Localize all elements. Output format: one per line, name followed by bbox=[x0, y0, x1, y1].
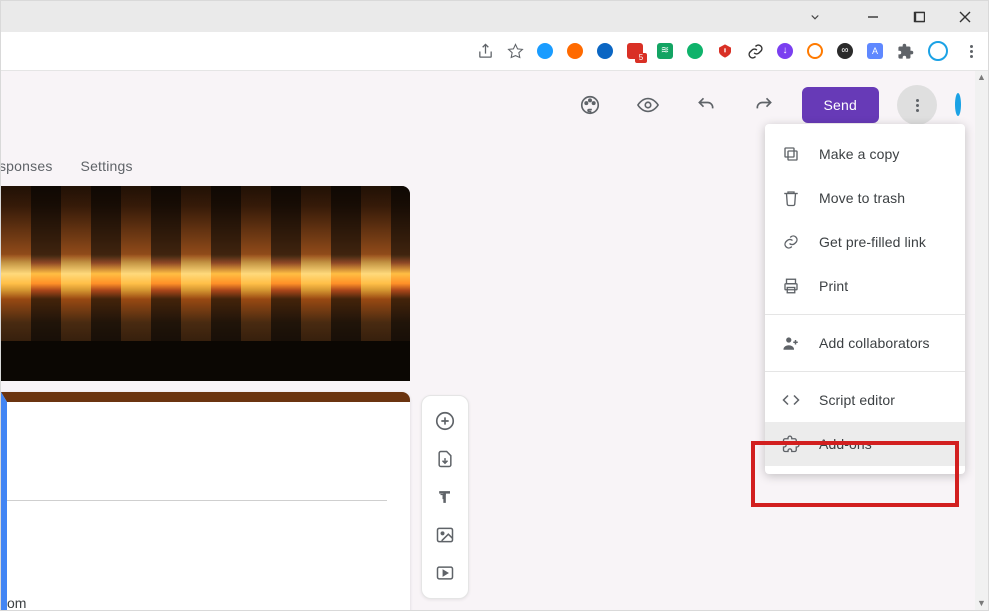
menu-item-addons[interactable]: Add-ons bbox=[765, 422, 965, 466]
person-add-icon bbox=[781, 334, 801, 352]
add-question-icon[interactable] bbox=[425, 404, 465, 438]
extension-icon[interactable] bbox=[566, 42, 584, 60]
puzzle-icon bbox=[781, 435, 801, 453]
undo-icon[interactable] bbox=[686, 85, 726, 125]
extension-badge: 5 bbox=[635, 53, 647, 63]
more-options-menu: Make a copy Move to trash Get pre-filled… bbox=[765, 124, 965, 474]
app-header-actions: Send bbox=[570, 85, 962, 125]
browser-toolbar: 5 ≋ ↓ ∞ A bbox=[1, 32, 988, 71]
extension-icon[interactable] bbox=[716, 42, 734, 60]
menu-item-script-editor[interactable]: Script editor bbox=[765, 378, 965, 422]
menu-item-make-copy[interactable]: Make a copy bbox=[765, 132, 965, 176]
window-minimize-button[interactable] bbox=[850, 1, 896, 32]
window-titlebar bbox=[1, 1, 988, 32]
window-maximize-button[interactable] bbox=[896, 1, 942, 32]
print-icon bbox=[781, 277, 801, 295]
link-icon bbox=[781, 233, 801, 251]
menu-item-label: Add-ons bbox=[819, 436, 872, 452]
share-icon[interactable] bbox=[476, 42, 494, 60]
add-image-icon[interactable] bbox=[425, 518, 465, 552]
menu-item-prefilled-link[interactable]: Get pre-filled link bbox=[765, 220, 965, 264]
account-avatar-ring[interactable] bbox=[955, 96, 961, 114]
scroll-track[interactable] bbox=[975, 84, 988, 596]
extension-icon[interactable] bbox=[686, 42, 704, 60]
extension-icon[interactable]: 5 bbox=[626, 42, 644, 60]
menu-item-label: Make a copy bbox=[819, 146, 899, 162]
menu-item-label: Script editor bbox=[819, 392, 895, 408]
extension-icon[interactable]: ∞ bbox=[836, 42, 854, 60]
copy-icon bbox=[781, 145, 801, 163]
browser-overflow-menu-icon[interactable] bbox=[962, 42, 980, 60]
extension-link-icon[interactable] bbox=[746, 42, 764, 60]
form-title-field-underline bbox=[7, 470, 387, 501]
tab-settings[interactable]: Settings bbox=[81, 152, 133, 180]
scroll-down-icon[interactable]: ▼ bbox=[975, 596, 988, 610]
window-close-button[interactable] bbox=[942, 1, 988, 32]
extension-icon[interactable] bbox=[536, 42, 554, 60]
vertical-scrollbar[interactable]: ▲ ▼ bbox=[975, 70, 988, 610]
question-toolbar bbox=[421, 395, 469, 599]
trash-icon bbox=[781, 189, 801, 207]
scroll-up-icon[interactable]: ▲ bbox=[975, 70, 988, 84]
add-title-icon[interactable] bbox=[425, 480, 465, 514]
bookmark-star-icon[interactable] bbox=[506, 42, 524, 60]
import-questions-icon[interactable] bbox=[425, 442, 465, 476]
send-button[interactable]: Send bbox=[802, 87, 880, 123]
menu-item-label: Print bbox=[819, 278, 848, 294]
menu-item-print[interactable]: Print bbox=[765, 264, 965, 308]
menu-separator bbox=[765, 314, 965, 315]
form-header-image bbox=[1, 186, 410, 381]
extension-translate-icon[interactable]: A bbox=[866, 42, 884, 60]
menu-item-label: Move to trash bbox=[819, 190, 905, 206]
extension-icon[interactable] bbox=[596, 42, 614, 60]
form-tabs: esponses Settings bbox=[1, 152, 133, 180]
menu-item-label: Add collaborators bbox=[819, 335, 930, 351]
menu-separator bbox=[765, 371, 965, 372]
extension-icon[interactable] bbox=[806, 42, 824, 60]
extensions-puzzle-icon[interactable] bbox=[896, 42, 914, 60]
window-dropdown-button[interactable] bbox=[800, 1, 830, 32]
extension-icon[interactable]: ≋ bbox=[656, 42, 674, 60]
menu-item-add-collaborators[interactable]: Add collaborators bbox=[765, 321, 965, 365]
tab-responses[interactable]: esponses bbox=[1, 152, 53, 180]
form-description-field[interactable]: om bbox=[7, 591, 387, 610]
form-title-card[interactable]: om bbox=[1, 392, 410, 610]
menu-item-move-trash[interactable]: Move to trash bbox=[765, 176, 965, 220]
profile-avatar-ring[interactable] bbox=[926, 42, 950, 60]
add-video-icon[interactable] bbox=[425, 556, 465, 590]
customize-theme-icon[interactable] bbox=[570, 85, 610, 125]
extension-icon[interactable]: ↓ bbox=[776, 42, 794, 60]
preview-icon[interactable] bbox=[628, 85, 668, 125]
more-options-button[interactable] bbox=[897, 85, 937, 125]
code-icon bbox=[781, 391, 801, 409]
redo-icon[interactable] bbox=[744, 85, 784, 125]
menu-item-label: Get pre-filled link bbox=[819, 234, 926, 250]
page-body: Send esponses Settings om bbox=[1, 70, 975, 610]
